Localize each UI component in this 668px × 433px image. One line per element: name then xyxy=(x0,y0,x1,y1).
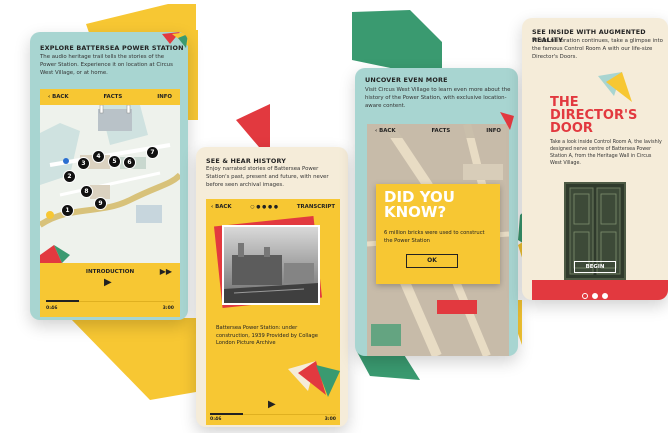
modal-text: 6 million bricks were used to construct … xyxy=(384,230,485,244)
map-pin-7[interactable]: 7 xyxy=(146,146,159,159)
nav-title: FACTS xyxy=(431,128,451,134)
carousel-indicator xyxy=(532,280,668,300)
nav-title: FACTS xyxy=(103,94,123,100)
map-pin-5[interactable]: 5 xyxy=(108,155,121,168)
info-button[interactable]: INFO xyxy=(486,128,501,134)
archive-photo[interactable] xyxy=(222,225,320,305)
modal-title-line2: KNOW? xyxy=(384,203,447,221)
carousel-dot-1[interactable] xyxy=(582,293,588,299)
elapsed-time: 0:46 xyxy=(46,306,58,311)
total-time: 3:00 xyxy=(324,417,336,422)
info-button[interactable]: INFO xyxy=(157,94,172,100)
card1-nav-bar: ‹ BACK FACTS INFO xyxy=(40,89,180,105)
phone-card-uncover: UNCOVER EVEN MORE Visit Circus West Vill… xyxy=(355,68,518,356)
total-time: 3:00 xyxy=(162,306,174,311)
red-corner-icon xyxy=(500,112,514,130)
green-shape xyxy=(352,10,442,70)
play-icon[interactable]: ▶ xyxy=(268,399,276,410)
card4-screen: THE DIRECTOR'S DOOR Take a look inside C… xyxy=(532,68,668,300)
description-text: Take a look inside Control Room A, the l… xyxy=(550,140,662,166)
map-pin-1[interactable]: 1 xyxy=(61,204,74,217)
map-pin-8[interactable]: 8 xyxy=(80,185,93,198)
photo-caption: Battersea Power Station: under construct… xyxy=(216,325,318,347)
card1-heading: EXPLORE BATTERSEA POWER STATION xyxy=(40,44,184,52)
audio-player: INTRODUCTION ▶▶ ▶ 0:46 3:00 xyxy=(40,263,180,317)
title-line3: DOOR xyxy=(550,121,593,136)
card4-body: Whilst restoration continues, take a gli… xyxy=(532,38,663,60)
card1-screen: ‹ BACK FACTS INFO 1 2 3 4 5 6 7 8 9 INTR… xyxy=(40,89,180,317)
card1-body: The audio heritage trail tells the stori… xyxy=(40,54,173,76)
card3-body: Visit Circus West Village to learn even … xyxy=(365,87,511,109)
yellow-shape-bottom xyxy=(70,318,196,400)
archive-photo-illustration xyxy=(224,243,318,303)
map-pin-4[interactable]: 4 xyxy=(92,150,105,163)
phone-card-explore: EXPLORE BATTERSEA POWER STATION The audi… xyxy=(30,32,188,320)
card2-body: Enjoy narrated stories of Battersea Powe… xyxy=(206,166,329,188)
fact-modal: DID YOU KNOW? 6 million bricks were used… xyxy=(376,184,500,284)
ok-button[interactable]: OK xyxy=(406,254,458,268)
map-view[interactable]: 1 2 3 4 5 6 7 8 9 xyxy=(40,105,180,263)
progress-fill xyxy=(46,300,79,302)
card3-heading: UNCOVER EVEN MORE xyxy=(365,76,448,84)
map-pin-2[interactable]: 2 xyxy=(63,170,76,183)
carousel-dot-3[interactable] xyxy=(602,293,608,299)
card2-nav-bar: ‹ BACK ○ ● ● ● ● TRANSCRIPT xyxy=(206,199,340,215)
card3-screen: ‹ BACK FACTS INFO DID YOU KNOW? 6 millio… xyxy=(367,124,509,356)
card3-nav-bar: ‹ BACK FACTS INFO xyxy=(367,124,509,138)
back-button[interactable]: ‹ BACK xyxy=(211,204,232,210)
map-pin-9[interactable]: 9 xyxy=(94,197,107,210)
elapsed-time: 0:46 xyxy=(210,417,222,422)
card2-screen: ‹ BACK ○ ● ● ● ● TRANSCRIPT Battersea Po… xyxy=(206,199,340,425)
carousel-dots[interactable] xyxy=(580,284,610,300)
carousel-dot-2[interactable] xyxy=(592,293,598,299)
yellow-shape-right xyxy=(188,30,198,120)
map-pin-6[interactable]: 6 xyxy=(123,156,136,169)
phone-card-ar: SEE INSIDE WITH AUGMENTED REALITY Whilst… xyxy=(522,18,668,300)
decor-triangles xyxy=(288,361,340,397)
back-button[interactable]: ‹ BACK xyxy=(48,94,69,100)
back-button[interactable]: ‹ BACK xyxy=(375,128,396,134)
card2-heading: SEE & HEAR HISTORY xyxy=(206,157,287,165)
phone-card-history: SEE & HEAR HISTORY Enjoy narrated storie… xyxy=(196,147,348,427)
begin-button[interactable]: BEGIN xyxy=(574,261,616,273)
transcript-button[interactable]: TRANSCRIPT xyxy=(297,204,335,210)
fast-forward-icon[interactable]: ▶▶ xyxy=(160,267,172,276)
play-icon[interactable]: ▶ xyxy=(104,277,112,288)
page-indicator: ○ ● ● ● ● xyxy=(250,204,278,210)
map-pin-3[interactable]: 3 xyxy=(77,157,90,170)
decor-triangles xyxy=(598,72,632,102)
progress-fill xyxy=(210,413,243,415)
map-illustration xyxy=(40,105,180,263)
